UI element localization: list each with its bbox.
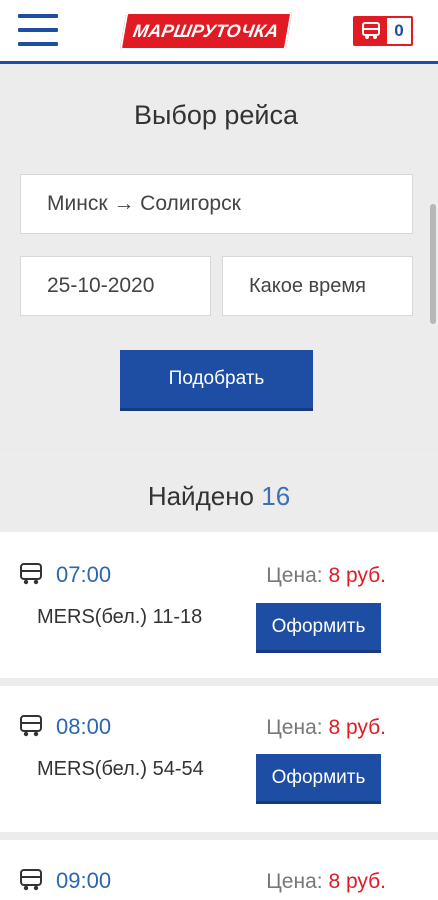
bus-icon <box>20 869 42 891</box>
logo-text: МАРШРУТОЧКА <box>131 20 281 41</box>
trip-time: 07:00 <box>56 562 112 587</box>
bus-cart-icon <box>355 18 387 44</box>
price-value: 8 руб. <box>328 564 386 587</box>
found-count: 16 <box>261 481 291 511</box>
found-label: Найдено <box>147 481 255 511</box>
trip-card: 08:00 MERS(бел.) 54-54 Цена: 8 руб. Офор… <box>0 686 438 832</box>
trip-price: Цена: 8 руб. <box>266 564 386 588</box>
app-header: МАРШРУТОЧКА 0 <box>0 0 438 64</box>
price-label: Цена: <box>266 564 323 587</box>
results-count: Найдено 16 <box>0 458 438 532</box>
date-field[interactable]: 25-10-2020 <box>20 256 211 316</box>
cart-count: 0 <box>394 21 404 40</box>
trip-vehicle: MERS(бел.) 11-18 <box>37 606 203 628</box>
bus-icon <box>20 715 42 737</box>
brand-logo[interactable]: МАРШРУТОЧКА <box>119 12 293 50</box>
cart-button[interactable]: 0 <box>353 16 413 46</box>
price-label: Цена: <box>266 870 323 893</box>
price-value: 8 руб. <box>328 716 386 739</box>
book-button[interactable]: Оформить <box>256 603 381 653</box>
trip-time: 08:00 <box>56 714 112 739</box>
trip-price: Цена: 8 руб. <box>266 716 386 740</box>
book-button[interactable]: Оформить <box>256 754 381 804</box>
bus-icon <box>20 563 42 585</box>
trip-time: 09:00 <box>56 868 112 893</box>
menu-icon[interactable] <box>18 14 58 46</box>
trip-divider <box>0 832 438 840</box>
find-button[interactable]: Подобрать <box>120 350 313 411</box>
trip-divider <box>0 678 438 686</box>
trip-card: 07:00 MERS(бел.) 11-18 Цена: 8 руб. Офор… <box>0 532 438 678</box>
trip-card: 09:00 Цена: 8 руб. <box>0 840 438 900</box>
trip-price: Цена: 8 руб. <box>266 870 386 894</box>
search-title: Выбор рейса <box>133 100 299 130</box>
route-field[interactable]: Минск → Солигорск <box>20 174 413 234</box>
scrollbar[interactable] <box>430 204 436 324</box>
search-panel: Выбор рейса Минск → Солигорск 25-10-2020… <box>0 64 438 453</box>
trip-vehicle: MERS(бел.) 54-54 <box>37 758 204 780</box>
time-field[interactable]: Какое время <box>222 256 413 316</box>
price-label: Цена: <box>266 716 323 739</box>
price-value: 8 руб. <box>328 870 386 893</box>
